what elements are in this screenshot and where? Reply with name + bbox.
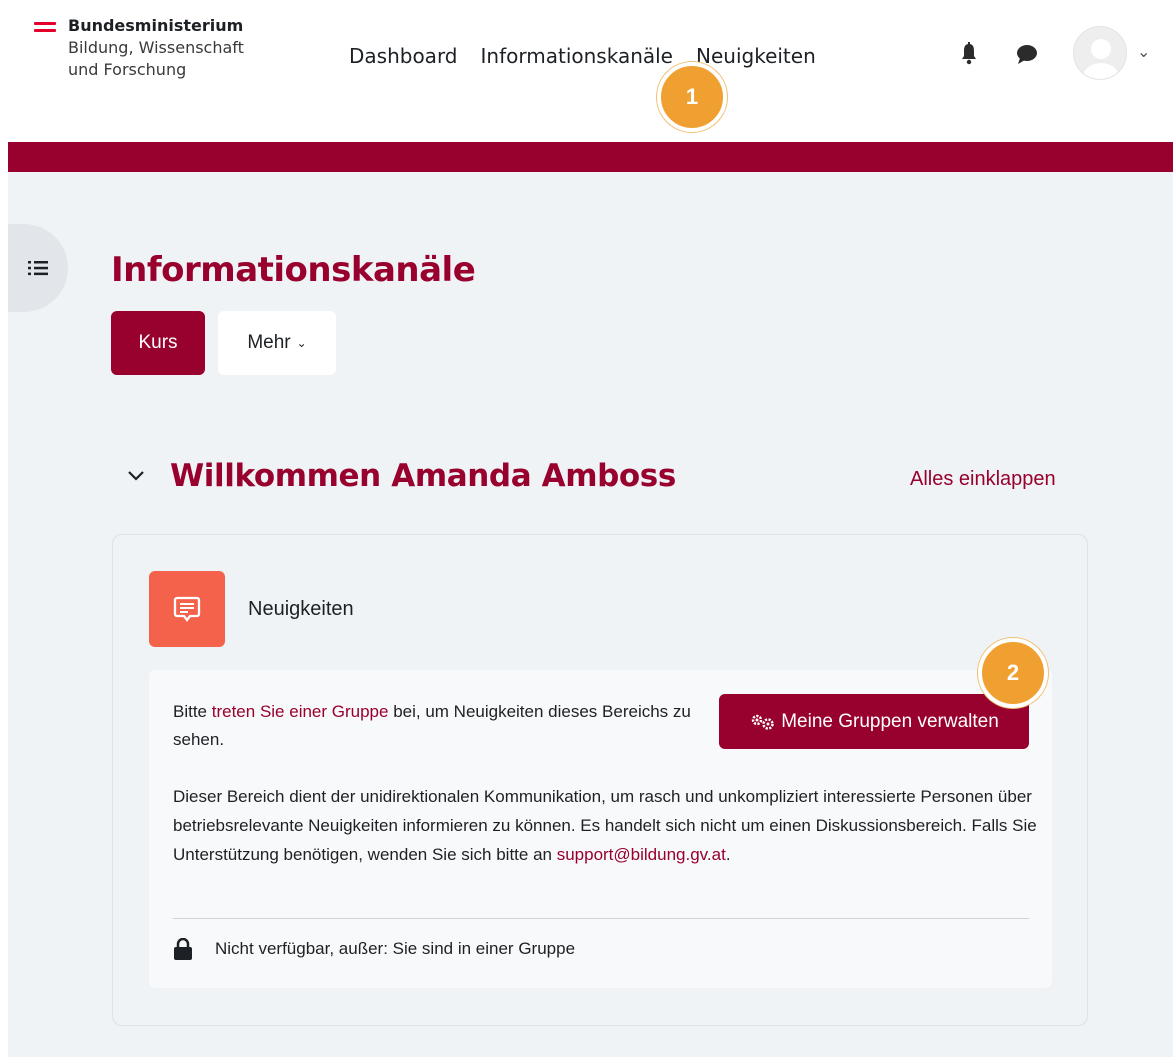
site-header: Bundesministerium Bildung, Wissenschaft … xyxy=(0,0,1173,142)
logo-line-1: Bundesministerium xyxy=(68,16,244,35)
support-email-link[interactable]: support@bildung.gv.at xyxy=(557,845,726,864)
chevron-down-icon[interactable]: ⌄ xyxy=(1137,42,1150,62)
main-content: Informationskanäle Kurs Mehr ⌄ Willkomme… xyxy=(8,172,1173,1057)
availability-info: Nicht verfügbar, außer: Sie sind in eine… xyxy=(173,938,575,960)
cogs-icon xyxy=(751,714,774,730)
collapse-chevron-icon[interactable] xyxy=(126,469,146,483)
manage-groups-button[interactable]: Meine Gruppen verwalten xyxy=(719,694,1029,749)
austria-flag-icon xyxy=(34,22,56,32)
callout-badge-1: 1 xyxy=(657,62,727,132)
chat-icon[interactable] xyxy=(1015,43,1039,65)
section-header: Willkommen Amanda Amboss xyxy=(126,458,676,494)
tab-mehr[interactable]: Mehr ⌄ xyxy=(218,311,336,375)
forum-icon xyxy=(149,571,225,647)
activity-card: Neuigkeiten Bitte treten Sie einer Grupp… xyxy=(112,534,1088,1026)
nav-dashboard[interactable]: Dashboard xyxy=(349,44,458,68)
lock-icon xyxy=(174,938,192,960)
user-avatar[interactable] xyxy=(1073,26,1127,80)
join-group-link[interactable]: treten Sie einer Gruppe xyxy=(212,702,389,721)
course-index-toggle[interactable] xyxy=(8,224,68,312)
restriction-prefix: Bitte xyxy=(173,702,212,721)
callout-badge-2: 2 xyxy=(978,638,1048,708)
availability-text: Nicht verfügbar, außer: Sie sind in eine… xyxy=(215,939,576,958)
chevron-down-icon: ⌄ xyxy=(296,336,307,350)
tab-mehr-label: Mehr xyxy=(247,332,291,353)
divider xyxy=(173,918,1029,919)
list-icon xyxy=(28,261,48,276)
bell-icon[interactable] xyxy=(960,42,978,66)
user-silhouette-icon xyxy=(1083,39,1119,79)
brand-bar xyxy=(8,142,1173,172)
logo-line-3: und Forschung xyxy=(68,60,187,79)
tab-kurs[interactable]: Kurs xyxy=(111,311,205,375)
logo-line-2: Bildung, Wissenschaft xyxy=(68,38,244,57)
activity-name-link[interactable]: Neuigkeiten xyxy=(248,598,354,621)
collapse-all-link[interactable]: Alles einklappen xyxy=(910,468,1056,491)
logo-text: Bundesministerium Bildung, Wissenschaft … xyxy=(68,15,244,81)
primary-nav: Dashboard Informationskanäle Neuigkeiten xyxy=(349,44,839,68)
restriction-panel: Bitte treten Sie einer Gruppe bei, um Ne… xyxy=(149,670,1052,988)
section-title: Willkommen Amanda Amboss xyxy=(170,458,676,494)
activity-description: Dieser Bereich dient der unidirektionale… xyxy=(173,782,1043,869)
restriction-message: Bitte treten Sie einer Gruppe bei, um Ne… xyxy=(173,698,713,754)
manage-groups-label: Meine Gruppen verwalten xyxy=(781,710,999,732)
description-end: . xyxy=(725,845,731,864)
nav-neuigkeiten[interactable]: Neuigkeiten xyxy=(696,44,816,68)
page-title: Informationskanäle xyxy=(111,250,476,290)
nav-informationskanaele[interactable]: Informationskanäle xyxy=(481,44,673,68)
